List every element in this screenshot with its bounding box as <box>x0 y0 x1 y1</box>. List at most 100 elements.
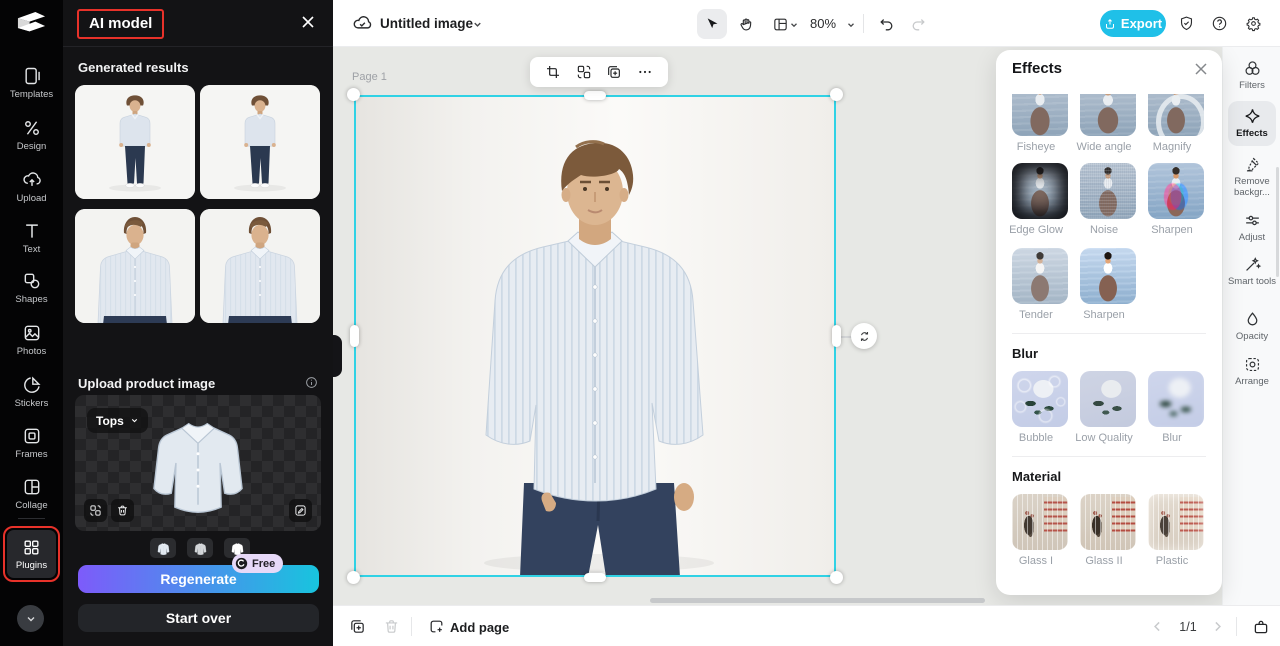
effect-thumbnail-edge-glow[interactable] <box>1012 163 1068 219</box>
delete-page-button[interactable] <box>382 617 401 636</box>
canvas-horizontal-scrollbar[interactable] <box>650 598 985 603</box>
add-page-button[interactable] <box>427 617 446 636</box>
help-icon[interactable] <box>1211 15 1228 32</box>
effect-thumbnail-low-quality[interactable] <box>1080 371 1136 427</box>
sidebar-item-remove-background[interactable]: Remove backgr... <box>1223 155 1280 199</box>
plugins-icon <box>24 539 39 555</box>
select-tool-button[interactable] <box>697 9 727 39</box>
resize-handle-left[interactable] <box>349 325 359 347</box>
generated-results-heading: Generated results <box>78 60 189 75</box>
duplicate-button[interactable] <box>602 60 626 84</box>
chevron-down-icon[interactable] <box>472 19 483 30</box>
document-title[interactable]: Untitled image <box>380 16 473 31</box>
sidebar-item-smart-tools[interactable]: Smart tools <box>1223 255 1280 287</box>
sidebar-item-design[interactable]: Design <box>0 118 63 152</box>
effect-thumbnail-tender[interactable] <box>1012 248 1068 304</box>
right-rail-scrollbar[interactable] <box>1276 167 1279 277</box>
resize-handle-top[interactable] <box>584 90 606 100</box>
effect-thumbnail-bubble[interactable] <box>1012 371 1068 427</box>
result-image <box>75 85 195 199</box>
close-effects-button[interactable] <box>1194 62 1208 76</box>
chevron-down-icon[interactable] <box>846 20 856 30</box>
resize-handle-top-right[interactable] <box>830 88 843 101</box>
present-button[interactable] <box>1251 617 1270 636</box>
cloud-saved-icon[interactable] <box>352 13 373 34</box>
generated-result-thumbnail-1[interactable] <box>75 85 195 199</box>
shield-check-icon[interactable] <box>1178 15 1195 32</box>
effect-thumbnail-noise[interactable] <box>1080 163 1136 219</box>
sidebar-item-shapes[interactable]: Shapes <box>0 271 63 305</box>
sidebar-item-frames[interactable]: Frames <box>0 426 63 460</box>
resize-handle-top-left[interactable] <box>347 88 360 101</box>
sidebar-item-collage[interactable]: Collage <box>0 477 63 511</box>
replace-product-button[interactable] <box>84 499 107 522</box>
resize-handle-right[interactable] <box>831 325 841 347</box>
chevron-down-icon[interactable] <box>789 20 799 30</box>
sidebar-item-photos[interactable]: Photos <box>0 323 63 357</box>
effect-thumbnail-sharpen-2[interactable] <box>1080 248 1136 304</box>
sidebar-item-opacity[interactable]: Opacity <box>1223 310 1280 342</box>
effect-label: Low Quality <box>1075 432 1133 444</box>
generated-result-thumbnail-3[interactable] <box>75 209 195 323</box>
duplicate-page-icon <box>351 620 364 633</box>
effect-thumbnail-glass-2[interactable] <box>1080 494 1136 550</box>
sidebar-item-arrange[interactable]: Arrange <box>1223 355 1280 387</box>
add-page-label[interactable]: Add page <box>450 620 509 635</box>
sidebar-item-upload[interactable]: Upload <box>0 170 63 204</box>
sidebar-item-label: Frames <box>15 449 48 460</box>
delete-product-button[interactable] <box>111 499 134 522</box>
resize-handle-bottom[interactable] <box>584 572 606 582</box>
result-image <box>200 209 320 323</box>
resize-handle-bottom-left[interactable] <box>347 571 360 584</box>
sidebar-item-text[interactable]: Text <box>0 221 63 255</box>
duplicate-page-button[interactable] <box>348 617 367 636</box>
zoom-level[interactable]: 80% <box>810 16 836 31</box>
capcut-logo[interactable] <box>16 11 47 37</box>
info-icon[interactable] <box>305 376 318 389</box>
effect-thumbnail-plastic[interactable] <box>1148 494 1204 550</box>
crop-button[interactable] <box>541 60 565 84</box>
undo-button[interactable] <box>871 9 901 39</box>
next-page-button[interactable] <box>1208 617 1227 636</box>
replace-button[interactable] <box>572 60 596 84</box>
effect-thumbnail-glass-1[interactable] <box>1012 494 1068 550</box>
sidebar-item-templates[interactable]: Templates <box>0 66 63 100</box>
effect-thumbnail-magnify[interactable] <box>1148 94 1204 136</box>
effect-label: Sharpen <box>1083 309 1125 321</box>
settings-gear-icon[interactable] <box>1245 15 1262 32</box>
sidebar-item-plugins[interactable]: Plugins <box>7 530 56 578</box>
hand-tool-button[interactable] <box>731 9 761 39</box>
stickers-icon <box>23 376 41 393</box>
sidebar-item-filters[interactable]: Filters <box>1223 59 1280 91</box>
previous-page-button[interactable] <box>1148 617 1167 636</box>
sample-shirt-image <box>156 541 171 556</box>
sample-product-thumbnail-2[interactable] <box>187 538 213 558</box>
ai-model-panel: AI model Generated results Upload produc… <box>63 0 333 646</box>
effect-thumbnail-wide-angle[interactable] <box>1080 94 1136 136</box>
close-panel-button[interactable] <box>301 15 315 29</box>
effect-thumbnail-blur[interactable] <box>1148 371 1204 427</box>
export-button[interactable]: Export <box>1100 10 1166 37</box>
redo-icon <box>912 18 925 30</box>
panel-collapse-tab[interactable] <box>333 335 342 377</box>
replace-icon <box>90 505 101 516</box>
edit-product-button[interactable] <box>289 499 312 522</box>
sidebar-item-stickers[interactable]: Stickers <box>0 375 63 409</box>
collapse-rail-button[interactable] <box>17 605 44 632</box>
resize-handle-bottom-right[interactable] <box>830 571 843 584</box>
section-divider <box>1012 456 1206 457</box>
rotate-handle[interactable] <box>851 323 877 349</box>
redo-button[interactable] <box>903 9 933 39</box>
generated-result-thumbnail-2[interactable] <box>200 85 320 199</box>
sidebar-item-adjust[interactable]: Adjust <box>1223 211 1280 243</box>
generated-result-thumbnail-4[interactable] <box>200 209 320 323</box>
more-options-button[interactable] <box>633 60 657 84</box>
sample-product-thumbnail-1[interactable] <box>150 538 176 558</box>
effect-thumbnail-fisheye[interactable] <box>1012 94 1068 136</box>
regenerate-button[interactable]: Regenerate <box>78 565 319 593</box>
start-over-button[interactable]: Start over <box>78 604 319 632</box>
sidebar-item-effects[interactable]: Effects <box>1223 107 1280 139</box>
effect-thumbnail-sharpen[interactable] <box>1148 163 1204 219</box>
category-dropdown[interactable]: Tops <box>87 408 148 433</box>
selected-image[interactable] <box>347 88 877 584</box>
